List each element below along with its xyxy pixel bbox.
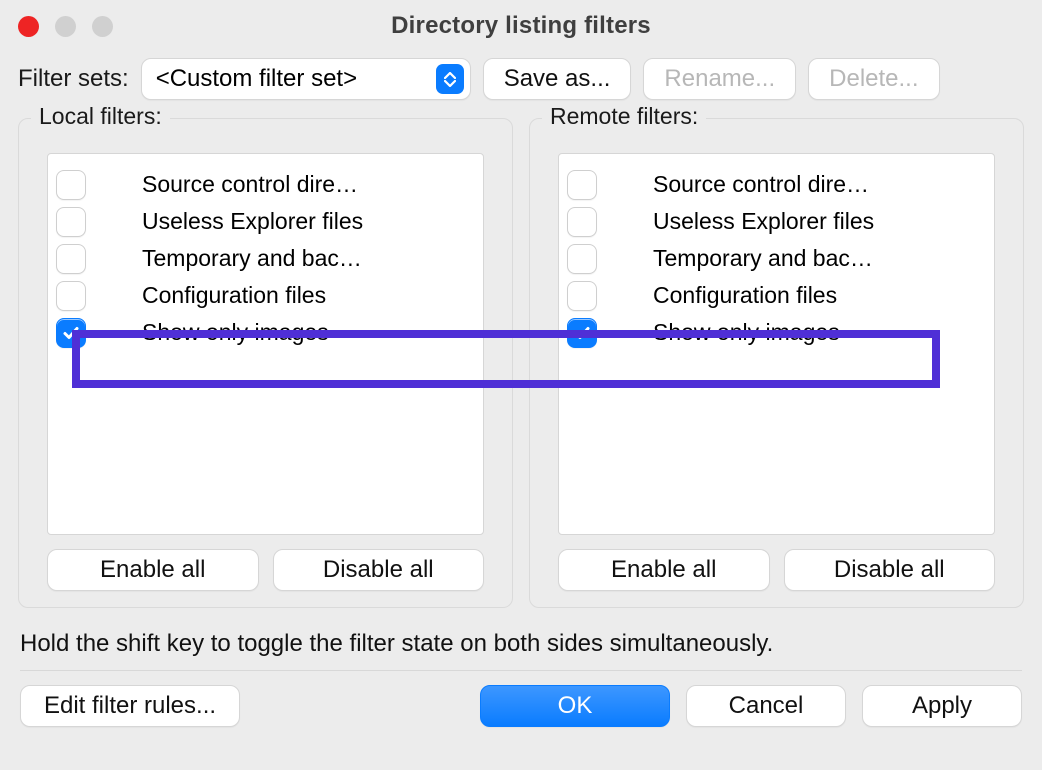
filter-label: Useless Explorer files [142, 208, 473, 235]
filter-label: Configuration files [142, 282, 473, 309]
local-filter-row[interactable]: Useless Explorer files [48, 203, 483, 240]
local-filter-row[interactable]: Configuration files [48, 277, 483, 314]
remote-filters-buttons: Enable all Disable all [530, 535, 1023, 591]
local-filters-title: Local filters: [31, 103, 170, 130]
remote-filters-title: Remote filters: [542, 103, 706, 130]
remote-filter-row[interactable]: Configuration files [559, 277, 994, 314]
ok-button[interactable]: OK [480, 685, 670, 727]
checkbox[interactable] [567, 281, 597, 311]
filter-label: Temporary and bac… [142, 245, 473, 272]
local-filters-panel: Local filters: Source control dire…Usele… [18, 118, 513, 608]
panels: Local filters: Source control dire… Usele… [0, 100, 1042, 608]
filter-sets-select[interactable]: <Custom filter set> [141, 58, 471, 100]
local-filters-buttons: Enable all Disable all [19, 535, 512, 591]
checkbox[interactable] [56, 281, 86, 311]
filter-label: Source control dire… [653, 171, 984, 198]
local-disable-all-button[interactable]: Disable all [273, 549, 485, 591]
apply-button[interactable]: Apply [862, 685, 1022, 727]
remote-filter-row[interactable]: Temporary and bac… [559, 240, 994, 277]
filter-label: Configuration files [653, 282, 984, 309]
checkbox[interactable] [567, 170, 597, 200]
checkbox[interactable] [56, 244, 86, 274]
window-title: Directory listing filters [0, 12, 1042, 40]
filter-sets-label: Filter sets: [18, 65, 129, 93]
select-stepper-icon [436, 64, 464, 94]
checkbox[interactable] [567, 207, 597, 237]
window-close-button[interactable] [18, 16, 39, 37]
remote-filters-panel: Remote filters: Source control dire…Usel… [529, 118, 1024, 608]
rename-button[interactable]: Rename... [643, 58, 796, 100]
checkbox[interactable] [56, 170, 86, 200]
delete-button[interactable]: Delete... [808, 58, 939, 100]
checkbox[interactable] [567, 244, 597, 274]
window-zoom-button[interactable] [92, 16, 113, 37]
filter-label: Source control dire… [142, 171, 473, 198]
remote-filter-row[interactable]: Source control dire… [559, 166, 994, 203]
filter-label: Show only images [653, 319, 984, 346]
local-filter-row[interactable]: Temporary and bac… [48, 240, 483, 277]
filter-label: Show only images [142, 319, 473, 346]
top-controls: Filter sets: <Custom filter set> Save as… [0, 52, 1042, 100]
bottom-buttons: Edit filter rules... OK Cancel Apply [0, 671, 1042, 743]
save-as-button[interactable]: Save as... [483, 58, 632, 100]
local-enable-all-button[interactable]: Enable all [47, 549, 259, 591]
edit-filter-rules-button[interactable]: Edit filter rules... [20, 685, 240, 727]
hint-text: Hold the shift key to toggle the filter … [0, 608, 1042, 658]
local-filter-row[interactable]: Source control dire… [48, 166, 483, 203]
window-controls [18, 16, 113, 37]
checkbox[interactable] [567, 318, 597, 348]
window-minimize-button[interactable] [55, 16, 76, 37]
cancel-button[interactable]: Cancel [686, 685, 846, 727]
local-filters-list[interactable]: Source control dire… Useless Explorer fil… [47, 153, 484, 535]
titlebar: Directory listing filters [0, 0, 1042, 52]
window: Directory listing filters Filter sets: <… [0, 0, 1042, 770]
remote-disable-all-button[interactable]: Disable all [784, 549, 996, 591]
remote-filter-row[interactable]: Show only images [559, 314, 994, 351]
filter-label: Useless Explorer files [653, 208, 984, 235]
local-filter-row[interactable]: Show only images [48, 314, 483, 351]
filter-label: Temporary and bac… [653, 245, 984, 272]
remote-filters-list[interactable]: Source control dire… Useless Explorer fil… [558, 153, 995, 535]
remote-enable-all-button[interactable]: Enable all [558, 549, 770, 591]
remote-filter-row[interactable]: Useless Explorer files [559, 203, 994, 240]
filter-sets-value: <Custom filter set> [156, 65, 357, 93]
checkbox[interactable] [56, 207, 86, 237]
checkbox[interactable] [56, 318, 86, 348]
